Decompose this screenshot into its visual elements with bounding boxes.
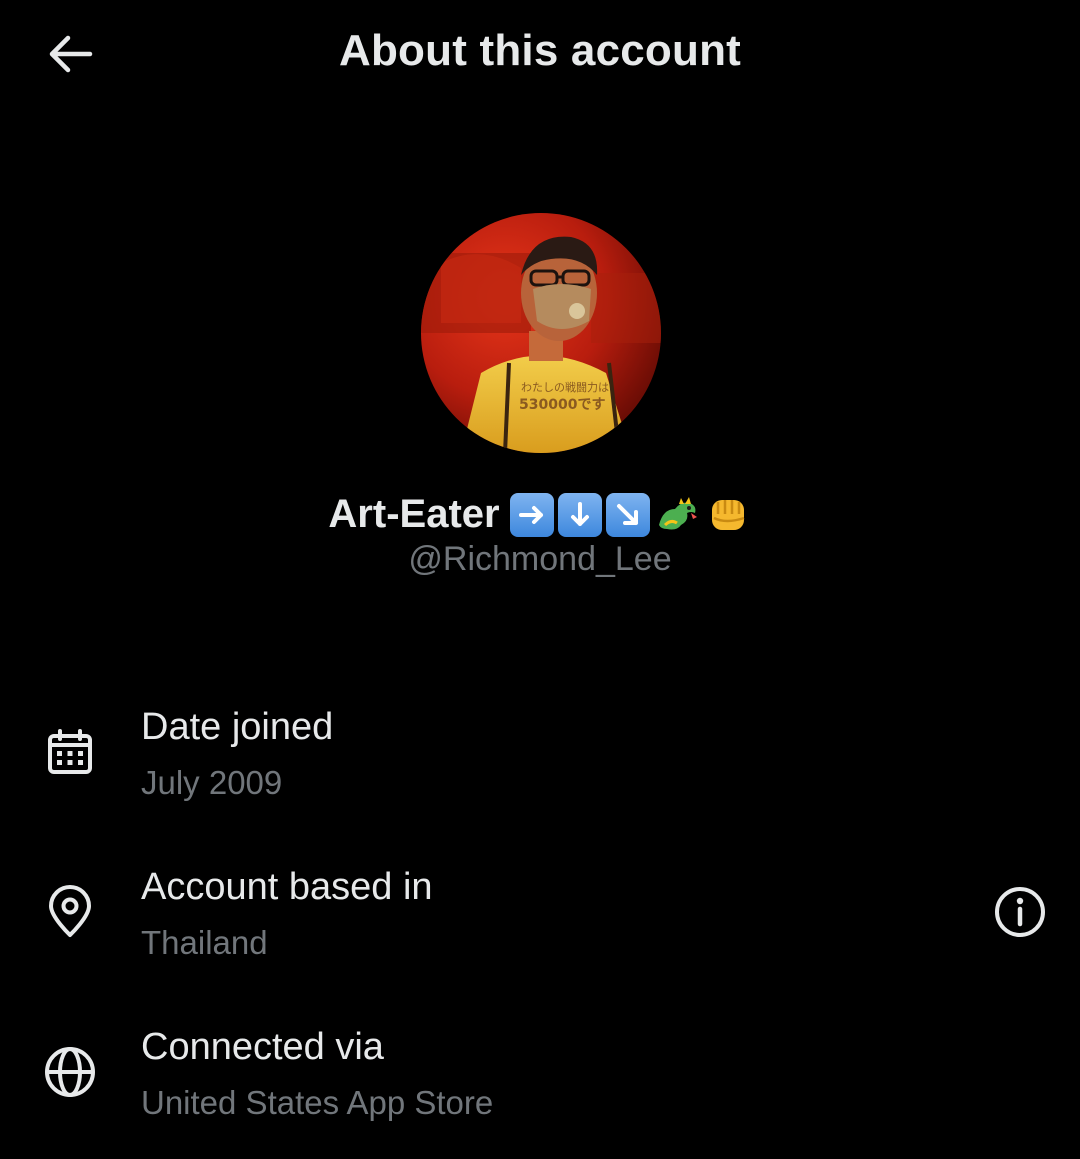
date-joined-row: Date joined July 2009 [0, 700, 1080, 820]
username-handle: @Richmond_Lee [408, 540, 672, 578]
name-emojis [509, 492, 752, 537]
right-arrow-emoji [509, 492, 554, 537]
display-name-row: Art-Eater [0, 492, 1080, 537]
info-button[interactable] [990, 882, 1050, 942]
connected-via-label: Connected via [141, 1026, 384, 1068]
account-based-in-label: Account based in [141, 866, 433, 908]
display-name: Art-Eater [328, 492, 500, 536]
connected-via-value: United States App Store [141, 1084, 494, 1121]
location-pin-icon [42, 884, 98, 940]
down-arrow-emoji [557, 492, 602, 537]
avatar[interactable]: わたしの戦闘力は 530000です [421, 213, 661, 453]
connected-via-row: Connected via United States App Store [0, 1020, 1080, 1140]
fist-emoji [704, 493, 752, 537]
globe-icon [42, 1044, 98, 1100]
calendar-icon [42, 725, 98, 781]
date-joined-label: Date joined [141, 706, 334, 748]
page-title: About this account [338, 26, 742, 75]
top-bar: About this account [0, 0, 1080, 108]
avatar-shirt-text-2: 530000です [519, 397, 605, 413]
dragon-emoji [654, 493, 700, 537]
down-right-arrow-emoji [605, 492, 650, 537]
avatar-shirt-text-1: わたしの戦闘力は [521, 381, 609, 394]
account-based-in-value: Thailand [141, 924, 268, 961]
account-based-in-row: Account based in Thailand [0, 860, 1080, 980]
info-icon [995, 887, 1045, 937]
date-joined-value: July 2009 [141, 764, 283, 801]
